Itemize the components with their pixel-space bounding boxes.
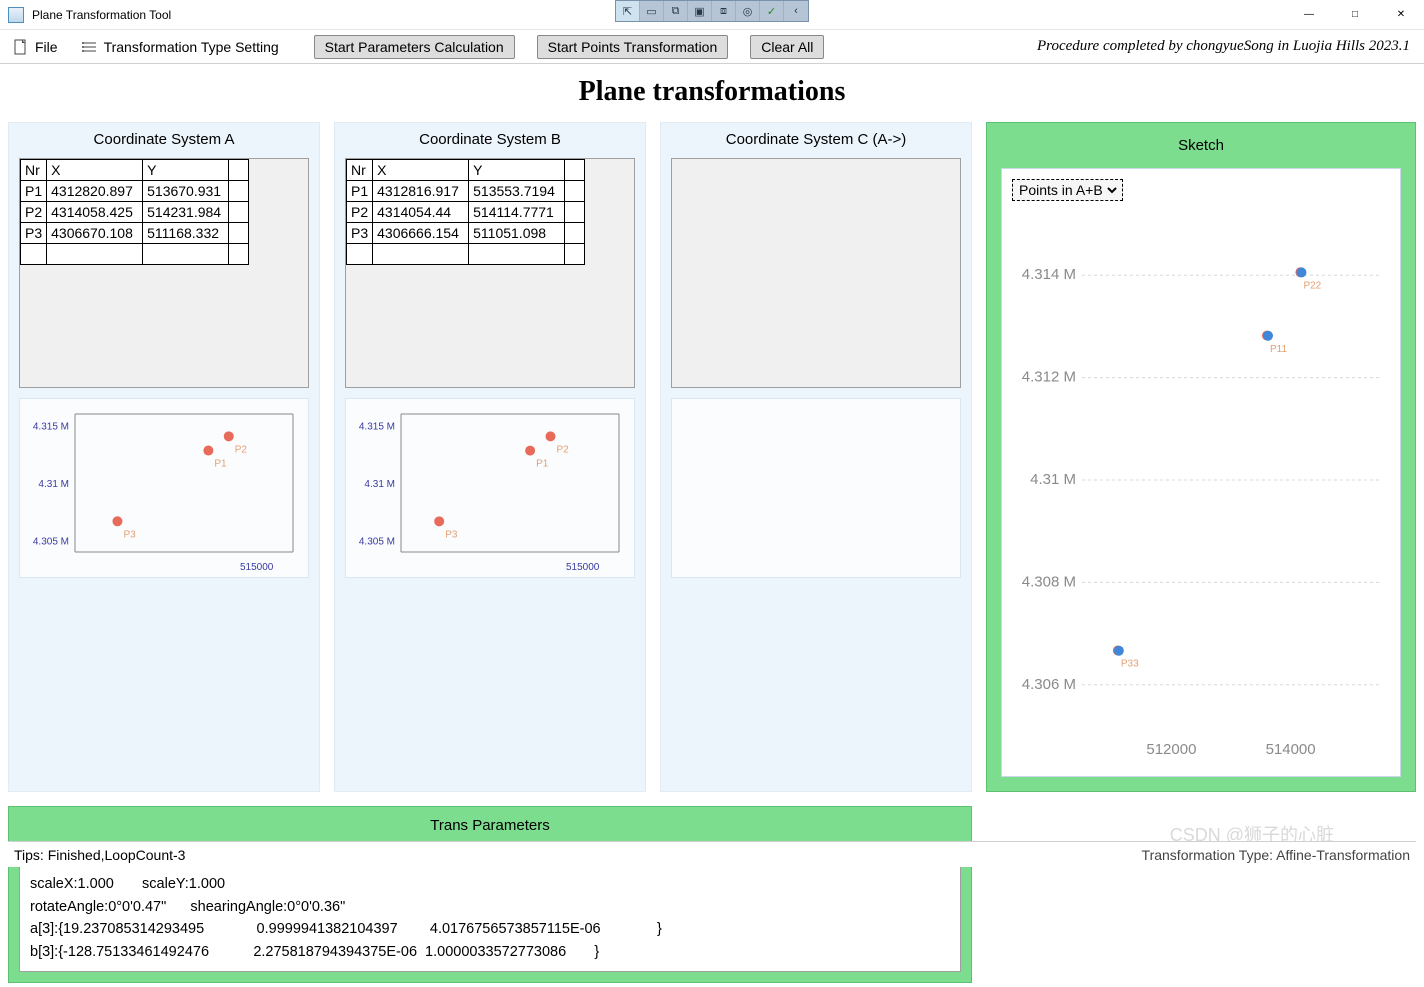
transpar-title: Trans Parameters bbox=[19, 817, 961, 834]
svg-text:P1: P1 bbox=[214, 459, 227, 470]
table-b[interactable]: NrXY P14312816.917513553.7194 P24314054.… bbox=[345, 158, 635, 388]
sketch-title: Sketch bbox=[1001, 137, 1401, 154]
panel-sketch: Sketch Points in A+B 4.314 M4.312 M4.31 … bbox=[986, 122, 1416, 792]
start-points-transformation-button[interactable]: Start Points Transformation bbox=[537, 35, 729, 59]
table-row: P14312816.917513553.7194 bbox=[347, 181, 585, 202]
ft-btn-4[interactable]: ⧈ bbox=[712, 1, 736, 21]
window-close-button[interactable]: ✕ bbox=[1378, 0, 1424, 30]
ft-btn-7[interactable]: ‹ bbox=[784, 1, 808, 21]
file-menu[interactable]: File bbox=[4, 34, 67, 60]
svg-text:P11: P11 bbox=[1270, 344, 1287, 355]
th-nr: Nr bbox=[21, 160, 47, 181]
file-label: File bbox=[35, 39, 58, 55]
app-icon bbox=[8, 7, 24, 23]
svg-text:P1: P1 bbox=[536, 459, 549, 470]
tsetting-label: Transformation Type Setting bbox=[104, 39, 279, 55]
credit-text: Procedure completed by chongyueSong in L… bbox=[1037, 38, 1410, 55]
svg-text:4.31 M: 4.31 M bbox=[38, 479, 69, 490]
svg-text:4.315 M: 4.315 M bbox=[359, 422, 395, 433]
table-row bbox=[347, 244, 585, 265]
svg-text:4.305 M: 4.305 M bbox=[359, 537, 395, 548]
th-y: Y bbox=[143, 160, 229, 181]
status-transformation-type: Transformation Type: Affine-Transformati… bbox=[1142, 847, 1416, 863]
svg-text:P3: P3 bbox=[445, 529, 458, 540]
window-maximize-button[interactable]: □ bbox=[1332, 0, 1378, 30]
svg-text:512000: 512000 bbox=[1146, 741, 1196, 758]
status-tips: Tips: Finished,LoopCount-3 bbox=[8, 847, 185, 863]
table-c[interactable] bbox=[671, 158, 961, 388]
svg-text:P2: P2 bbox=[235, 444, 248, 455]
svg-text:514000: 514000 bbox=[1266, 741, 1316, 758]
panel-system-c: Coordinate System C (A->) bbox=[660, 122, 972, 792]
floating-debug-toolbar: ⇱ ▭ ⧉ ▣ ⧈ ◎ ✓ ‹ bbox=[615, 0, 809, 22]
file-icon bbox=[13, 39, 29, 55]
transformation-type-setting-menu[interactable]: Transformation Type Setting bbox=[73, 34, 288, 60]
table-row: P14312820.897513670.931 bbox=[21, 181, 249, 202]
table-row: P34306666.154511051.098 bbox=[347, 223, 585, 244]
list-icon bbox=[82, 39, 98, 55]
svg-text:515000: 515000 bbox=[240, 562, 274, 573]
table-row bbox=[21, 244, 249, 265]
mini-chart-a: 4.315 M 4.31 M 4.305 M 515000 P1 P2 P3 bbox=[19, 398, 309, 578]
page-title: Plane transformations bbox=[8, 76, 1416, 108]
system-a-title: Coordinate System A bbox=[19, 131, 309, 148]
svg-text:4.312 M: 4.312 M bbox=[1022, 369, 1076, 386]
svg-text:4.31 M: 4.31 M bbox=[1030, 471, 1076, 488]
ft-btn-6[interactable]: ✓ bbox=[760, 1, 784, 21]
table-row: P24314058.425514231.984 bbox=[21, 202, 249, 223]
ft-btn-5[interactable]: ◎ bbox=[736, 1, 760, 21]
mini-chart-c bbox=[671, 398, 961, 578]
ft-btn-2[interactable]: ⧉ bbox=[664, 1, 688, 21]
sketch-chart: Points in A+B 4.314 M4.312 M4.31 M4.308 … bbox=[1001, 168, 1401, 777]
ft-btn-3[interactable]: ▣ bbox=[688, 1, 712, 21]
svg-text:P33: P33 bbox=[1121, 659, 1139, 670]
svg-text:4.308 M: 4.308 M bbox=[1022, 573, 1076, 590]
system-c-title: Coordinate System C (A->) bbox=[671, 131, 961, 148]
table-row: P24314054.44514114.7771 bbox=[347, 202, 585, 223]
svg-text:515000: 515000 bbox=[566, 562, 600, 573]
app-title: Plane Transformation Tool bbox=[32, 8, 171, 22]
svg-text:4.315 M: 4.315 M bbox=[33, 422, 69, 433]
svg-text:4.306 M: 4.306 M bbox=[1022, 676, 1076, 693]
titlebar: Plane Transformation Tool ⇱ ▭ ⧉ ▣ ⧈ ◎ ✓ … bbox=[0, 0, 1424, 30]
table-row: P34306670.108511168.332 bbox=[21, 223, 249, 244]
table-a[interactable]: NrXY P14312820.897513670.931 P24314058.4… bbox=[19, 158, 309, 388]
svg-text:4.314 M: 4.314 M bbox=[1022, 266, 1076, 283]
ft-btn-1[interactable]: ▭ bbox=[640, 1, 664, 21]
panel-system-b: Coordinate System B NrXY P14312816.91751… bbox=[334, 122, 646, 792]
ft-btn-0[interactable]: ⇱ bbox=[616, 1, 640, 21]
svg-text:P3: P3 bbox=[123, 529, 136, 540]
window-minimize-button[interactable]: — bbox=[1286, 0, 1332, 30]
start-parameters-calculation-button[interactable]: Start Parameters Calculation bbox=[314, 35, 515, 59]
mini-chart-b: 4.315 M 4.31 M 4.305 M 515000 P1 P2 P3 bbox=[345, 398, 635, 578]
panel-trans-parameters: Trans Parameters deltX:19.237 deltY:-128… bbox=[8, 806, 972, 983]
statusbar: Tips: Finished,LoopCount-3 Transformatio… bbox=[8, 841, 1416, 867]
system-b-title: Coordinate System B bbox=[345, 131, 635, 148]
svg-text:4.305 M: 4.305 M bbox=[33, 537, 69, 548]
toolbar: File Transformation Type Setting Start P… bbox=[0, 30, 1424, 64]
svg-text:P2: P2 bbox=[557, 444, 570, 455]
th-x: X bbox=[47, 160, 143, 181]
svg-text:4.31 M: 4.31 M bbox=[364, 479, 395, 490]
svg-text:P22: P22 bbox=[1303, 280, 1321, 291]
panel-system-a: Coordinate System A NrXY P14312820.89751… bbox=[8, 122, 320, 792]
clear-all-button[interactable]: Clear All bbox=[750, 35, 824, 59]
